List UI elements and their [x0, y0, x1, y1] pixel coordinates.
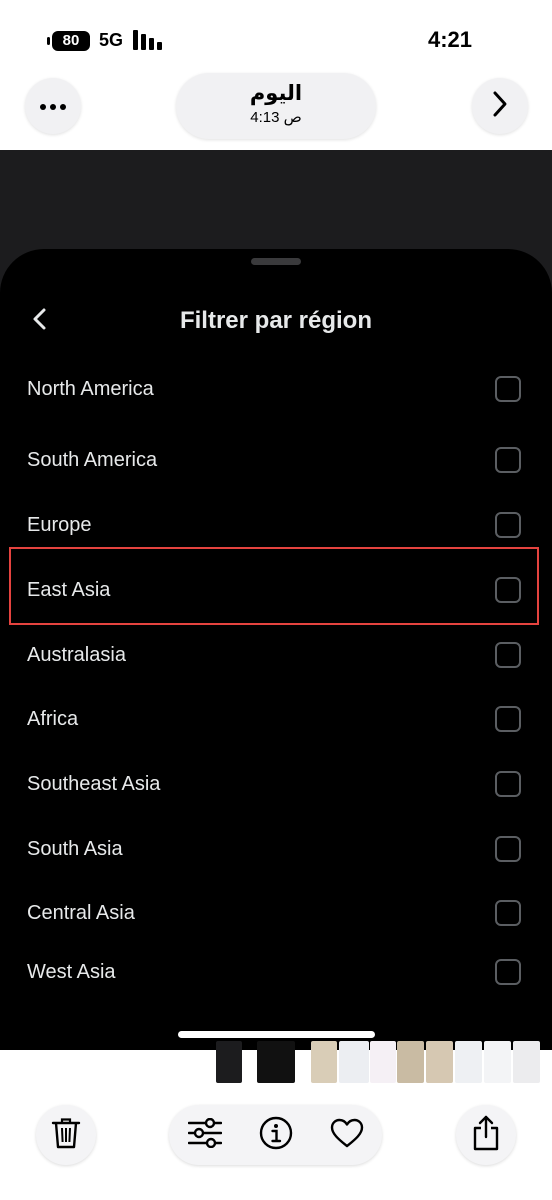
region-checkbox[interactable]: [495, 512, 521, 538]
thumbnail[interactable]: [257, 1041, 295, 1083]
region-row-south-asia[interactable]: South Asia: [0, 817, 552, 881]
thumbnail[interactable]: [216, 1041, 242, 1083]
thumbnail[interactable]: [311, 1041, 337, 1083]
title-pill[interactable]: اليوم 4:13 ص: [176, 73, 376, 139]
trash-icon: [51, 1116, 81, 1155]
heart-icon: [330, 1118, 364, 1153]
region-checkbox[interactable]: [495, 376, 521, 402]
adjust-button[interactable]: [187, 1117, 223, 1153]
next-button[interactable]: [472, 78, 528, 134]
info-icon: [259, 1116, 293, 1155]
favorite-button[interactable]: [330, 1118, 364, 1153]
region-label: Africa: [27, 708, 79, 730]
sliders-icon: [187, 1117, 223, 1153]
region-label: South Asia: [27, 838, 123, 860]
ellipsis-icon: [40, 97, 66, 115]
thumbnail[interactable]: [513, 1041, 540, 1083]
status-time: 4:21: [427, 27, 472, 52]
thumbnail[interactable]: [370, 1041, 396, 1083]
region-label: South America: [27, 449, 158, 471]
battery-indicator: 80: [47, 31, 90, 51]
thumbnail-strip[interactable]: [0, 1041, 552, 1083]
region-row-west-asia[interactable]: West Asia: [0, 940, 552, 1004]
page-title: اليوم: [249, 82, 303, 105]
region-checkbox[interactable]: [495, 642, 521, 668]
chevron-right-icon: [492, 90, 508, 123]
region-checkbox[interactable]: [495, 959, 521, 985]
region-row-africa[interactable]: Africa: [0, 687, 552, 751]
region-checkbox[interactable]: [495, 900, 521, 926]
region-label: Central Asia: [27, 902, 135, 924]
region-filter-sheet: Filtrer par région North America South A…: [0, 249, 552, 1050]
region-row-north-america[interactable]: North America: [0, 357, 552, 421]
info-button[interactable]: [259, 1116, 293, 1151]
region-label: Australasia: [27, 644, 126, 666]
region-label: West Asia: [27, 961, 116, 983]
home-indicator: [178, 1031, 375, 1038]
delete-button[interactable]: [36, 1105, 96, 1165]
thumbnail[interactable]: [426, 1041, 453, 1083]
sheet-grabber[interactable]: [251, 258, 301, 265]
region-row-south-america[interactable]: South America: [0, 428, 552, 492]
region-label: Southeast Asia: [27, 773, 161, 795]
bottom-toolbar: [0, 1083, 552, 1200]
status-bar: 80 5G 4:21: [0, 0, 552, 80]
region-row-southeast-asia[interactable]: Southeast Asia: [0, 752, 552, 816]
region-checkbox[interactable]: [495, 706, 521, 732]
page-subtitle: 4:13 ص: [250, 109, 302, 126]
thumbnail[interactable]: [339, 1041, 369, 1083]
region-checkbox[interactable]: [495, 836, 521, 862]
thumbnail[interactable]: [455, 1041, 482, 1083]
signal-icon: [133, 30, 163, 50]
highlight-box: [9, 547, 539, 625]
region-row-central-asia[interactable]: Central Asia: [0, 881, 552, 945]
share-button[interactable]: [456, 1105, 516, 1165]
region-checkbox[interactable]: [495, 447, 521, 473]
network-type: 5G: [99, 30, 124, 50]
more-button[interactable]: [25, 78, 81, 134]
action-pill: [169, 1105, 382, 1165]
region-row-australasia[interactable]: Australasia: [0, 623, 552, 687]
thumbnail[interactable]: [397, 1041, 424, 1083]
battery-level: 80: [62, 32, 80, 49]
region-label: North America: [27, 378, 154, 400]
region-checkbox[interactable]: [495, 771, 521, 797]
thumbnail[interactable]: [484, 1041, 511, 1083]
photo-viewer[interactable]: Filtrer par région North America South A…: [0, 150, 552, 1050]
share-icon: [471, 1115, 501, 1156]
sheet-title: Filtrer par région: [179, 307, 373, 334]
